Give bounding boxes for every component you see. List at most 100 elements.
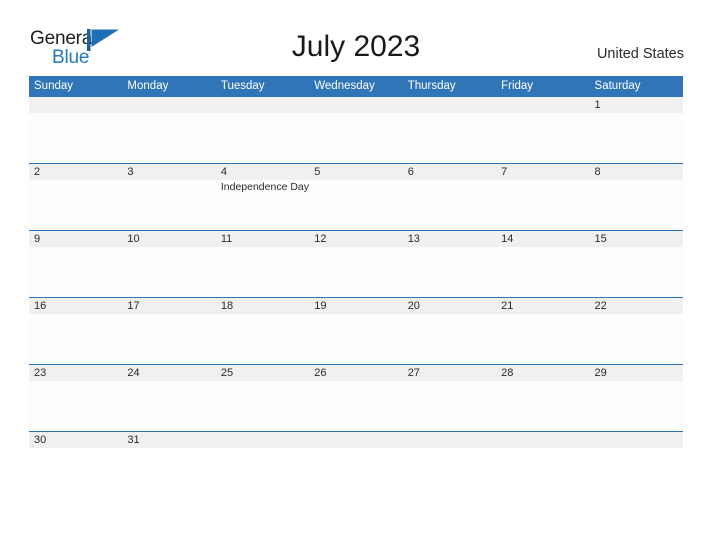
day-number[interactable]: 3 (122, 164, 215, 180)
day-number[interactable]: 29 (590, 365, 683, 381)
day-number[interactable] (403, 432, 496, 448)
week-row: 2 3 4 5 6 7 8 Independence Day (29, 163, 683, 230)
day-number[interactable]: 20 (403, 298, 496, 314)
day-number[interactable]: 21 (496, 298, 589, 314)
weekday-header-sunday: Sunday (34, 80, 74, 92)
day-event[interactable] (403, 314, 496, 363)
day-number[interactable]: 22 (590, 298, 683, 314)
day-event[interactable] (309, 180, 402, 229)
day-event[interactable] (496, 180, 589, 229)
day-event[interactable] (29, 247, 122, 296)
day-number[interactable]: 26 (309, 365, 402, 381)
weekday-header-saturday: Saturday (594, 80, 641, 92)
day-event[interactable] (29, 381, 122, 430)
day-event[interactable] (309, 381, 402, 430)
day-number[interactable] (29, 97, 122, 113)
day-number[interactable]: 12 (309, 231, 402, 247)
day-number[interactable]: 8 (590, 164, 683, 180)
day-event-band (29, 314, 683, 363)
day-number[interactable]: 17 (122, 298, 215, 314)
week-row: 16 17 18 19 20 21 22 (29, 297, 683, 364)
day-event[interactable] (216, 314, 309, 363)
day-number[interactable] (403, 97, 496, 113)
day-number-band: 23 24 25 26 27 28 29 (29, 365, 683, 381)
day-event[interactable] (29, 180, 122, 229)
day-event[interactable] (309, 113, 402, 162)
day-number[interactable]: 9 (29, 231, 122, 247)
calendar-grid: Sunday Monday Tuesday Wednesday Thursday… (29, 76, 683, 448)
day-event[interactable] (590, 247, 683, 296)
day-number[interactable]: 6 (403, 164, 496, 180)
weekday-header-tuesday: Tuesday (220, 80, 265, 92)
weekday-header-thursday: Thursday (407, 80, 456, 92)
day-event[interactable]: Independence Day (216, 180, 309, 229)
day-number-band: 2 3 4 5 6 7 8 (29, 164, 683, 180)
day-number-band: 16 17 18 19 20 21 22 (29, 298, 683, 314)
day-event-band: Independence Day (29, 180, 683, 229)
day-event[interactable] (216, 113, 309, 162)
day-event[interactable] (403, 180, 496, 229)
day-event[interactable] (309, 314, 402, 363)
day-number[interactable]: 7 (496, 164, 589, 180)
day-event[interactable] (590, 180, 683, 229)
day-number[interactable]: 19 (309, 298, 402, 314)
weekday-header-monday: Monday (127, 80, 169, 92)
day-number[interactable]: 14 (496, 231, 589, 247)
day-number[interactable]: 28 (496, 365, 589, 381)
day-event[interactable] (403, 113, 496, 162)
day-number[interactable] (216, 97, 309, 113)
day-event[interactable] (590, 381, 683, 430)
day-number[interactable]: 16 (29, 298, 122, 314)
day-number[interactable] (122, 97, 215, 113)
day-number[interactable]: 18 (216, 298, 309, 314)
day-number[interactable]: 27 (403, 365, 496, 381)
day-event[interactable] (29, 314, 122, 363)
day-event[interactable] (496, 113, 589, 162)
day-event[interactable] (122, 180, 215, 229)
page-header: General Blue July 2023 United States (0, 0, 712, 76)
day-number[interactable]: 15 (590, 231, 683, 247)
day-number[interactable] (590, 432, 683, 448)
day-event[interactable] (216, 381, 309, 430)
day-event[interactable] (403, 247, 496, 296)
week-row: 30 31 (29, 431, 683, 448)
day-event[interactable] (590, 113, 683, 162)
day-number[interactable]: 13 (403, 231, 496, 247)
day-number[interactable] (496, 97, 589, 113)
day-event[interactable] (122, 381, 215, 430)
day-number[interactable] (216, 432, 309, 448)
day-event[interactable] (590, 314, 683, 363)
day-number[interactable]: 4 (216, 164, 309, 180)
day-event-band (29, 247, 683, 296)
day-event-band (29, 381, 683, 430)
day-event[interactable] (309, 247, 402, 296)
day-event[interactable] (122, 314, 215, 363)
day-event[interactable] (216, 247, 309, 296)
day-event[interactable] (496, 247, 589, 296)
day-event[interactable] (496, 314, 589, 363)
day-number[interactable] (496, 432, 589, 448)
day-number[interactable]: 10 (122, 231, 215, 247)
day-event[interactable] (122, 113, 215, 162)
day-number[interactable] (309, 432, 402, 448)
day-number[interactable]: 24 (122, 365, 215, 381)
week-row: 23 24 25 26 27 28 29 (29, 364, 683, 431)
day-number-band: 1 (29, 97, 683, 113)
day-event[interactable] (29, 113, 122, 162)
day-event[interactable] (122, 247, 215, 296)
day-event-band (29, 113, 683, 162)
day-number[interactable]: 30 (29, 432, 122, 448)
day-number[interactable] (309, 97, 402, 113)
day-number[interactable]: 25 (216, 365, 309, 381)
day-number[interactable]: 2 (29, 164, 122, 180)
day-number[interactable]: 5 (309, 164, 402, 180)
week-row: 1 (29, 96, 683, 163)
day-event[interactable] (496, 381, 589, 430)
weekday-header-friday: Friday (501, 80, 534, 92)
day-number[interactable]: 1 (590, 97, 683, 113)
day-number[interactable]: 31 (122, 432, 215, 448)
day-number[interactable]: 23 (29, 365, 122, 381)
day-number[interactable]: 11 (216, 231, 309, 247)
day-event[interactable] (403, 381, 496, 430)
weekday-header-row: Sunday Monday Tuesday Wednesday Thursday… (29, 76, 683, 96)
